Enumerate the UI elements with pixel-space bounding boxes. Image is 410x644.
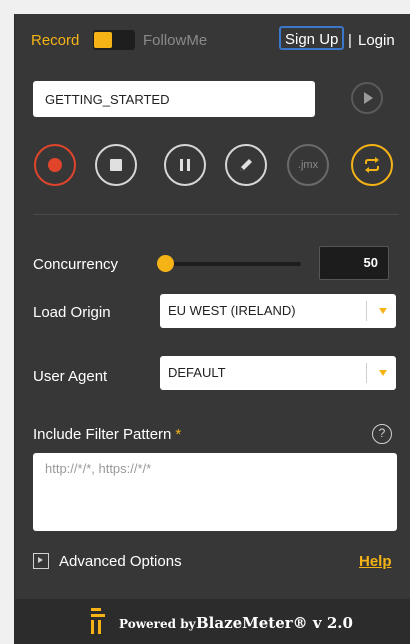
record-followme-toggle[interactable] <box>93 30 135 50</box>
followme-label[interactable]: FollowMe <box>143 32 207 49</box>
blazemeter-logo-icon <box>91 608 105 634</box>
chevron-down-icon <box>379 370 387 376</box>
record-label[interactable]: Record <box>31 32 79 49</box>
filter-pattern-input[interactable] <box>33 453 397 531</box>
edit-button[interactable] <box>225 144 267 186</box>
advanced-options-toggle[interactable]: Advanced Options <box>59 553 182 570</box>
load-origin-label: Load Origin <box>33 304 111 321</box>
help-link[interactable]: Help <box>359 553 392 570</box>
export-jmx-button[interactable]: .jmx <box>287 144 329 186</box>
sign-up-button[interactable]: Sign Up <box>279 26 345 50</box>
pencil-icon <box>240 159 252 171</box>
load-origin-select[interactable]: EU WEST (IRELAND) <box>160 294 396 328</box>
pause-button[interactable] <box>164 144 206 186</box>
test-name-input[interactable] <box>33 81 315 117</box>
brand-version-label: BlazeMeter® v 2.0 <box>196 614 353 632</box>
jmx-label: .jmx <box>297 159 319 171</box>
required-mark: * <box>175 426 182 443</box>
user-agent-value: DEFAULT <box>168 365 226 380</box>
divider <box>33 214 399 215</box>
select-divider <box>366 301 367 321</box>
concurrency-slider-handle[interactable] <box>157 255 174 272</box>
help-question-icon[interactable]: ? <box>372 424 392 444</box>
login-link[interactable]: Login <box>358 32 395 49</box>
record-icon <box>48 158 62 172</box>
auth-separator: | <box>348 32 352 49</box>
chevron-down-icon <box>379 308 387 314</box>
sync-icon <box>365 157 379 173</box>
stop-button[interactable] <box>95 144 137 186</box>
expand-arrow-icon[interactable] <box>33 553 49 569</box>
sync-button[interactable] <box>351 144 393 186</box>
load-origin-value: EU WEST (IRELAND) <box>168 303 296 318</box>
user-agent-label: User Agent <box>33 368 108 385</box>
pause-icon <box>180 159 190 171</box>
filter-pattern-label: Include Filter Pattern * <box>33 426 181 443</box>
record-button[interactable] <box>34 144 76 186</box>
select-divider <box>366 363 367 383</box>
filter-pattern-text: Include Filter Pattern <box>33 426 172 443</box>
play-button[interactable] <box>351 82 383 114</box>
concurrency-label: Concurrency <box>33 256 119 273</box>
concurrency-slider[interactable] <box>165 262 301 266</box>
blazemeter-panel: Record FollowMe Sign Up | Login .jmx Con… <box>14 14 410 644</box>
concurrency-input[interactable]: 50 <box>319 246 389 280</box>
powered-by-label: Powered by <box>119 617 196 631</box>
stop-icon <box>110 159 122 171</box>
user-agent-select[interactable]: DEFAULT <box>160 356 396 390</box>
toggle-knob <box>94 32 112 48</box>
